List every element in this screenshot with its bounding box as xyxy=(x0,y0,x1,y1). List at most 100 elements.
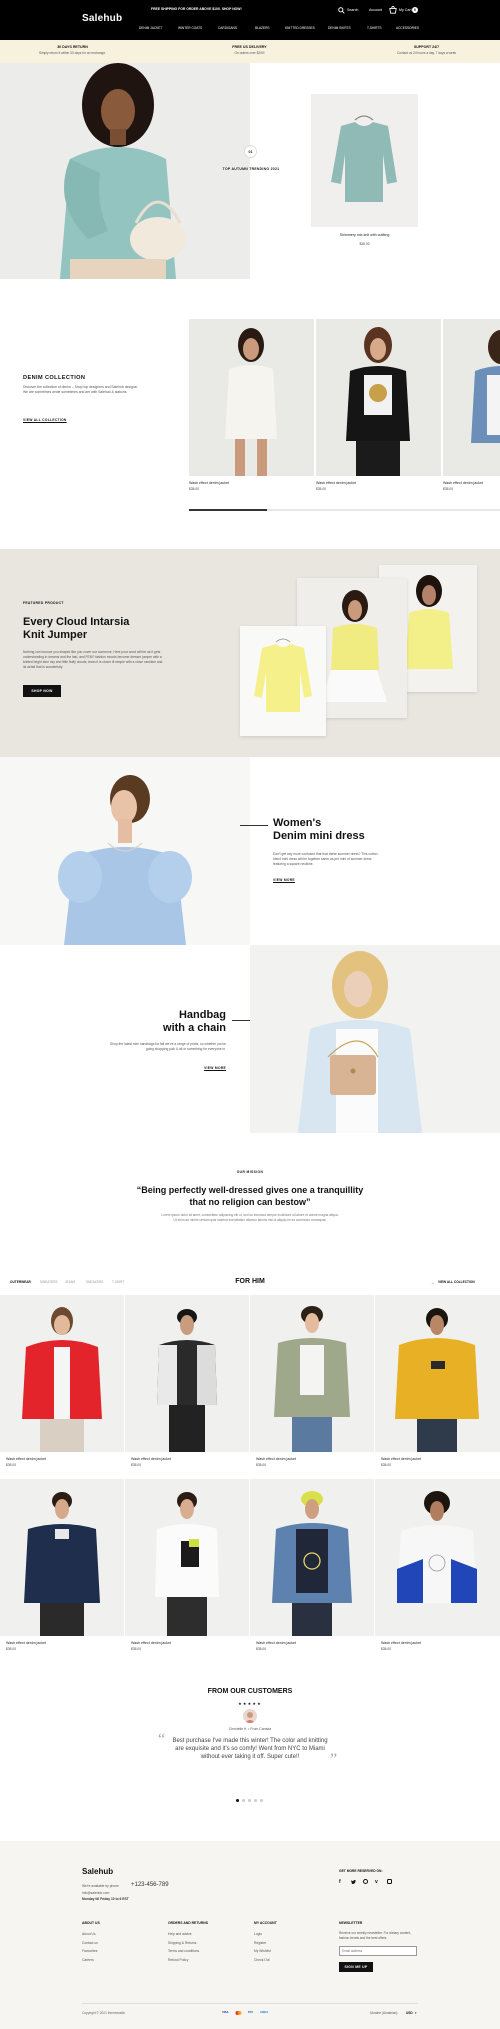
product-image[interactable] xyxy=(443,319,500,476)
product-card[interactable]: Wash effect denim jacket $35.00 xyxy=(375,1295,500,1467)
footer-link-about-us[interactable]: About Us xyxy=(82,1932,152,1936)
site-logo[interactable]: Salehub xyxy=(82,13,122,24)
handbag-image[interactable] xyxy=(250,945,500,1133)
carousel-dot-1[interactable] xyxy=(236,1799,239,1802)
footer-link-terms[interactable]: Terms and conditions xyxy=(168,1949,238,1953)
instagram-icon[interactable] xyxy=(387,1879,392,1884)
denim-product-card[interactable]: Wash effect denim jacket $35.00 xyxy=(189,319,314,491)
product-image[interactable] xyxy=(250,1479,374,1636)
product-card[interactable]: Wash effect denim jacket $35.00 xyxy=(125,1295,249,1467)
product-name[interactable]: Wash effect denim jacket xyxy=(189,481,314,485)
footer-column-orders: ORDERS AND RETURNS Help and advice Shipp… xyxy=(168,1921,238,1962)
product-name[interactable]: Wash effect denim jacket xyxy=(0,1457,124,1461)
payment-icons: VISA PAY AMEX xyxy=(222,2010,282,2016)
carousel-scrollbar-track[interactable] xyxy=(189,509,500,511)
product-name[interactable]: Wash effect denim jacket xyxy=(316,481,441,485)
product-name[interactable]: Wash effect denim jacket xyxy=(0,1641,124,1645)
carousel-dot-5[interactable] xyxy=(260,1799,263,1802)
footer-link-login[interactable]: Login xyxy=(254,1932,324,1936)
product-image[interactable] xyxy=(250,1295,374,1452)
slide-number-badge: 01 xyxy=(244,145,257,158)
product-card[interactable]: Wash effect denim jacket $35.00 xyxy=(375,1479,500,1651)
view-all-collection-link[interactable]: VIEW ALL COLLECTION xyxy=(438,1280,475,1284)
product-card[interactable]: Wash effect denim jacket $35.00 xyxy=(0,1295,124,1467)
denim-view-all-link[interactable]: VIEW ALL COLLECTION xyxy=(23,418,67,422)
hero-product-name[interactable]: Shimmery mix-knit with crafting xyxy=(311,233,418,237)
cart-icon[interactable] xyxy=(389,6,397,14)
benefit-delivery: FREE US DELIVERY On orders over $200! xyxy=(177,45,322,55)
nav-item-t-shirts[interactable]: T-SHIRTS xyxy=(367,26,381,30)
hero-product-image[interactable] xyxy=(311,94,418,227)
product-image[interactable] xyxy=(375,1295,500,1452)
product-image[interactable] xyxy=(375,1479,500,1636)
product-card[interactable]: Wash effect denim jacket $35.00 xyxy=(125,1479,249,1651)
newsletter-email-input[interactable] xyxy=(339,1946,417,1957)
cart-link[interactable]: My Cart xyxy=(399,8,412,12)
footer-link-careers[interactable]: Careers xyxy=(82,1958,152,1962)
nav-item-winter-coats[interactable]: WINTER COATS xyxy=(178,26,202,30)
product-image[interactable] xyxy=(189,319,314,476)
handbag-title-line2: with a chain xyxy=(163,1022,226,1034)
facebook-icon[interactable]: f xyxy=(339,1879,341,1885)
country-selector[interactable]: Ukraine (Ukrainian) xyxy=(370,2011,397,2015)
denim-product-card[interactable]: Wash effect denim jacket $35.00 xyxy=(316,319,441,491)
twitter-icon[interactable] xyxy=(351,1879,356,1884)
footer-link-shipping[interactable]: Shipping & Returns xyxy=(168,1941,238,1945)
carousel-dot-3[interactable] xyxy=(248,1799,251,1802)
search-icon[interactable] xyxy=(338,7,345,14)
nav-item-denim-jacket[interactable]: DENIM JACKET xyxy=(139,26,162,30)
product-image[interactable] xyxy=(125,1479,249,1636)
product-name[interactable]: Wash effect denim jacket xyxy=(443,481,500,485)
product-card[interactable]: Wash effect denim jacket $35.00 xyxy=(250,1295,374,1467)
nav-item-blazers[interactable]: BLAZERS xyxy=(255,26,270,30)
footer-email[interactable]: info@salehub.com xyxy=(82,1891,109,1895)
product-name[interactable]: Wash effect denim jacket xyxy=(375,1641,500,1645)
product-image[interactable] xyxy=(316,319,441,476)
product-name[interactable]: Wash effect denim jacket xyxy=(125,1641,249,1645)
denim-product-card[interactable]: Wash effect denim jacket $35.00 xyxy=(443,319,500,491)
carousel-dot-4[interactable] xyxy=(254,1799,257,1802)
dress-view-more-link[interactable]: VIEW MORE xyxy=(273,878,295,882)
handbag-view-more-link[interactable]: VIEW MORE xyxy=(190,1066,226,1070)
nav-item-knitted-dresses[interactable]: KNITTED DRESSES xyxy=(285,26,315,30)
pinterest-icon[interactable] xyxy=(363,1879,368,1884)
carousel-scrollbar-thumb[interactable] xyxy=(189,509,267,511)
nav-item-accessories[interactable]: ACCESSORIES xyxy=(396,26,419,30)
vimeo-icon[interactable]: v xyxy=(375,1879,378,1885)
currency-selector[interactable]: USD xyxy=(406,2011,413,2015)
search-link[interactable]: Search xyxy=(347,8,358,12)
promo-text[interactable]: FREE SHIPPING FOR ORDER ABOVE $100. SHOP… xyxy=(151,7,242,11)
handbag-title-line1: Handbag xyxy=(178,1009,226,1021)
product-card[interactable]: Wash effect denim jacket $35.00 xyxy=(250,1479,374,1651)
carousel-dot-2[interactable] xyxy=(242,1799,245,1802)
footer-link-favourites[interactable]: Favourites xyxy=(82,1949,152,1953)
footer-phone[interactable]: +123-456-789 xyxy=(131,1882,169,1888)
footer-link-contact[interactable]: Contact us xyxy=(82,1941,152,1945)
shop-now-button[interactable]: SHOP NOW xyxy=(23,685,61,697)
footer-logo[interactable]: Salehub xyxy=(82,1867,113,1876)
account-link[interactable]: Account xyxy=(369,8,382,12)
view-all-arrow-icon[interactable]: → xyxy=(431,1281,434,1285)
featured-image-1[interactable] xyxy=(240,626,326,736)
dress-image[interactable] xyxy=(0,757,250,945)
product-image[interactable] xyxy=(125,1295,249,1452)
product-name[interactable]: Wash effect denim jacket xyxy=(250,1641,374,1645)
product-image[interactable] xyxy=(0,1479,124,1636)
product-name[interactable]: Wash effect denim jacket xyxy=(250,1457,374,1461)
product-card[interactable]: Wash effect denim jacket $35.00 xyxy=(0,1479,124,1651)
testimonial-quote: Best purchase I've made this winter! The… xyxy=(172,1738,328,1760)
footer-link-checkout[interactable]: Check Out xyxy=(254,1958,324,1962)
footer-link-refund[interactable]: Refund Policy xyxy=(168,1958,238,1962)
nav-item-cardigans[interactable]: CARDIGANS xyxy=(218,26,237,30)
chevron-down-icon[interactable]: ▾ xyxy=(415,2011,417,2015)
product-name[interactable]: Wash effect denim jacket xyxy=(125,1457,249,1461)
hero-model-image[interactable] xyxy=(0,63,250,279)
footer-link-help[interactable]: Help and advice xyxy=(168,1932,238,1936)
nav-item-denim-skirts[interactable]: DENIM SKIRTS xyxy=(328,26,351,30)
product-image[interactable] xyxy=(0,1295,124,1452)
footer-link-wishlist[interactable]: My Wishlist xyxy=(254,1949,324,1953)
featured-text: Nothing can bounce you shaped like you c… xyxy=(23,650,163,669)
product-name[interactable]: Wash effect denim jacket xyxy=(375,1457,500,1461)
subscribe-button[interactable]: SIGN ME UP xyxy=(339,1962,373,1973)
footer-link-register[interactable]: Register xyxy=(254,1941,324,1945)
